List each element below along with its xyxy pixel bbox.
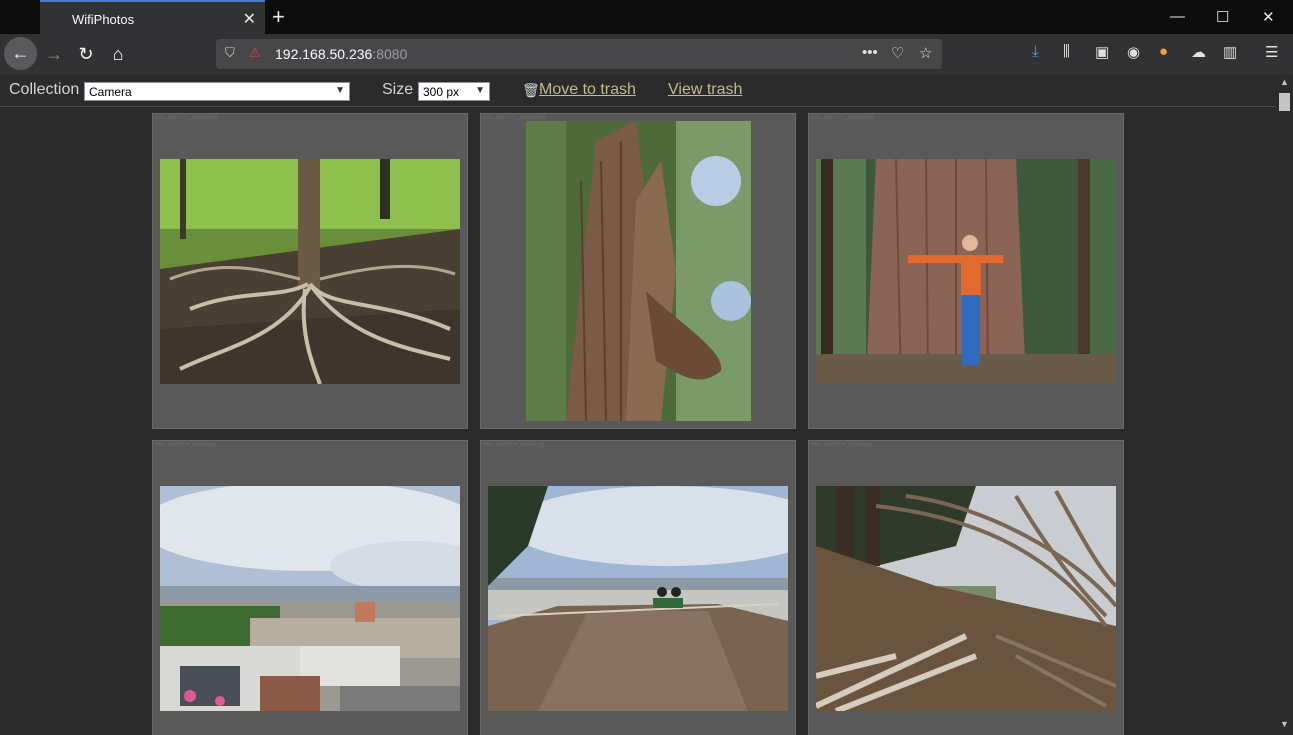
size-select[interactable]: 300 px ▼ <box>418 82 490 101</box>
pocket-icon[interactable]: ♡ <box>891 44 904 62</box>
photo-image[interactable] <box>526 121 751 421</box>
chevron-down-icon: ▼ <box>335 85 345 96</box>
collection-label: Collection <box>9 81 80 98</box>
shield-icon[interactable]: ⛉ <box>225 45 235 61</box>
chevron-down-icon: ▼ <box>475 85 485 96</box>
home-button[interactable]: ⌂ <box>100 34 136 74</box>
maximize-icon[interactable]: ☐ <box>1216 8 1229 26</box>
trash-icon[interactable]: 🗑 <box>522 82 540 99</box>
new-tab-icon[interactable]: + <box>272 4 285 30</box>
close-tab-icon[interactable]: ✕ <box>243 9 256 29</box>
downloads-icon[interactable]: ⤓ <box>1032 43 1039 60</box>
arrow-left-icon: ← <box>11 43 30 63</box>
sidebar-icon[interactable]: ▣ <box>1095 43 1109 61</box>
extension-fence-icon[interactable]: ▥ <box>1223 43 1237 61</box>
photo-filename: IMG_20190714_103645.jpg <box>155 115 217 121</box>
library-icon[interactable]: ⫼ <box>1063 43 1070 60</box>
move-to-trash-link[interactable]: Move to trash <box>539 81 636 99</box>
photo-card[interactable]: IMG_20190714_115604.jpg <box>480 440 796 735</box>
address-bar[interactable]: ⛉ ⚠ 192.168.50.236:8080 ••• ♡ ☆ <box>216 39 942 69</box>
account-icon[interactable]: ◉ <box>1127 43 1140 61</box>
collection-select[interactable]: Camera ▼ <box>84 82 350 101</box>
photo-filename: IMG_20190714_115604.jpg <box>483 442 545 448</box>
photo-filename: IMG_20190714_115516.jpg <box>155 442 217 448</box>
size-label: Size <box>382 81 414 98</box>
minimize-icon[interactable]: — <box>1170 8 1185 25</box>
view-trash-link[interactable]: View trash <box>668 81 742 99</box>
tab-wifiphotos[interactable]: WifiPhotos ✕ <box>40 0 265 34</box>
navigation-bar: ← → ↻ ⌂ ⛉ ⚠ 192.168.50.236:8080 ••• ♡ ☆ … <box>0 34 1293 74</box>
vertical-scrollbar[interactable]: ▲ ▼ <box>1276 74 1293 735</box>
photo-grid: IMG_20190714_103645.jpg IMG_20190714_103… <box>0 107 1276 735</box>
photo-card[interactable]: IMG_20190714_115516.jpg <box>152 440 468 735</box>
scroll-down-icon[interactable]: ▼ <box>1280 719 1289 729</box>
back-button[interactable]: ← <box>4 37 37 70</box>
photo-card[interactable]: IMG_20190714_104238.jpg <box>808 113 1124 429</box>
photo-card[interactable]: IMG_20190714_103929.jpg <box>480 113 796 429</box>
app-toolbar: Collection Camera ▼ Size 300 px ▼ 🗑 Move… <box>0 74 1293 107</box>
home-icon: ⌂ <box>112 43 124 64</box>
scrollbar-thumb[interactable] <box>1279 93 1290 111</box>
page-actions-icon[interactable]: ••• <box>862 44 878 61</box>
reload-button[interactable]: ↻ <box>68 34 104 74</box>
scroll-up-icon[interactable]: ▲ <box>1280 77 1289 87</box>
photo-filename: IMG_20190714_120113.jpg <box>811 442 873 448</box>
photo-image[interactable] <box>816 486 1116 711</box>
photo-card[interactable]: IMG_20190714_120113.jpg <box>808 440 1124 735</box>
extension-shoe-icon[interactable]: ☁ <box>1191 43 1206 61</box>
arrow-right-icon: → <box>45 43 63 64</box>
insecure-lock-icon[interactable]: ⚠ <box>249 45 261 61</box>
photo-card[interactable]: IMG_20190714_103645.jpg <box>152 113 468 429</box>
photo-filename: IMG_20190714_104238.jpg <box>811 115 873 121</box>
forward-button[interactable]: → <box>36 34 72 74</box>
photo-image[interactable] <box>160 486 460 711</box>
tab-title: WifiPhotos <box>72 12 135 27</box>
extension-c-icon[interactable]: ● <box>1159 43 1168 60</box>
menu-icon[interactable]: ☰ <box>1265 43 1278 61</box>
photo-image[interactable] <box>160 159 460 384</box>
photo-image[interactable] <box>816 159 1116 384</box>
tab-bar: WifiPhotos ✕ + — ☐ ✕ <box>0 0 1293 34</box>
photo-image[interactable] <box>488 486 788 711</box>
bookmark-star-icon[interactable]: ☆ <box>919 44 932 62</box>
reload-icon: ↻ <box>78 43 94 64</box>
window-close-icon[interactable]: ✕ <box>1262 8 1275 26</box>
url-text[interactable]: 192.168.50.236:8080 <box>275 46 407 62</box>
